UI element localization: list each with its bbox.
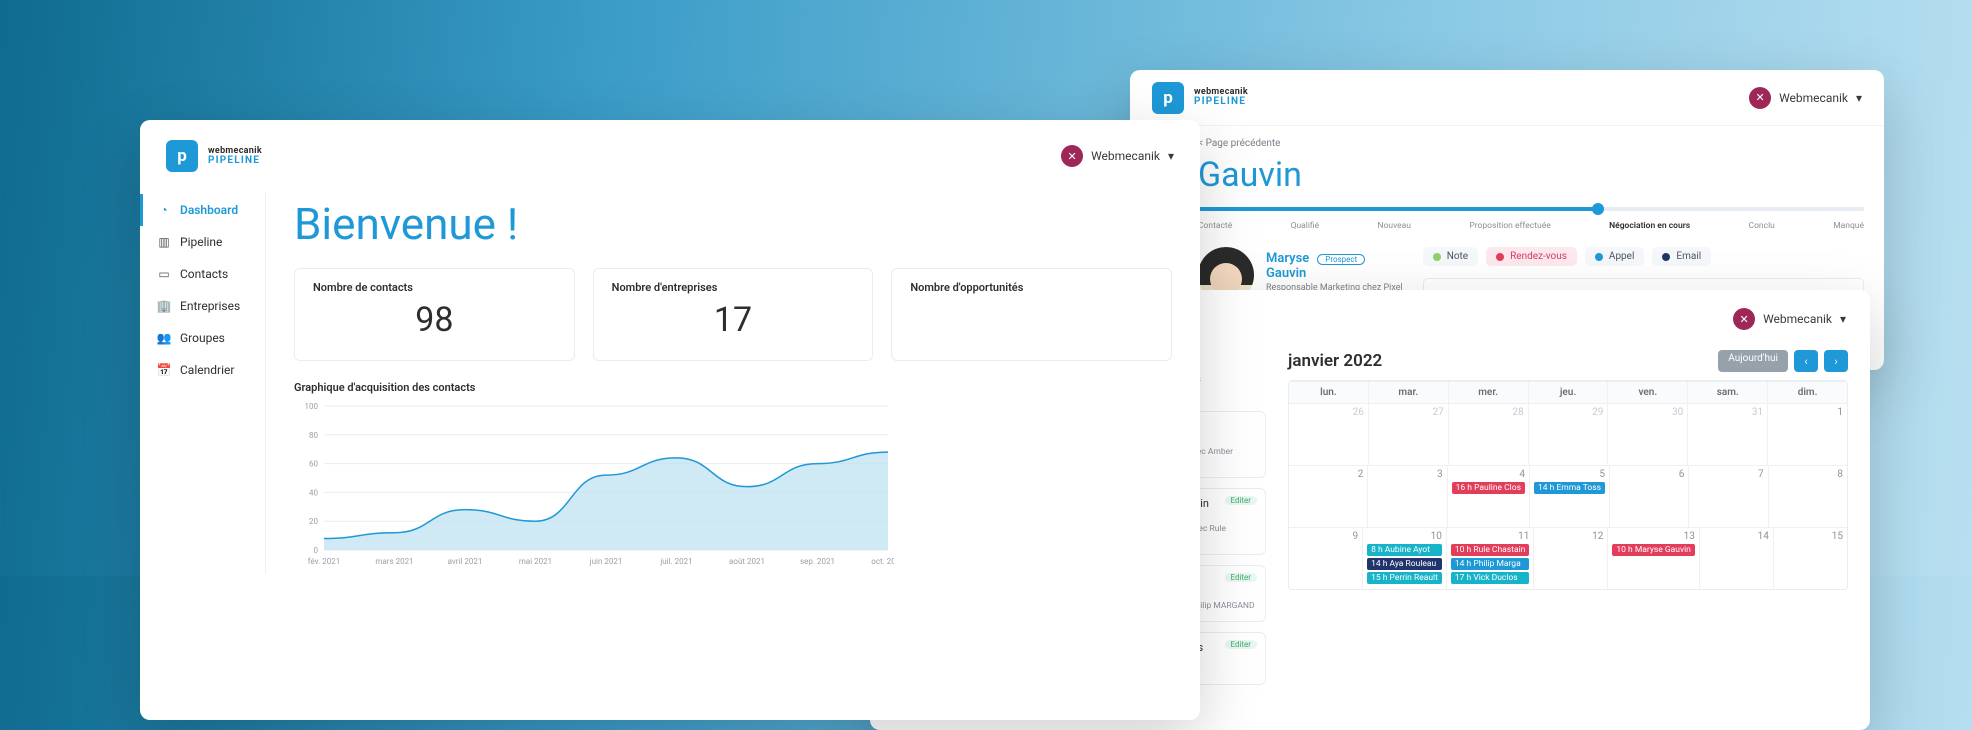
- edit-badge[interactable]: Editer: [1225, 573, 1258, 582]
- cal-day[interactable]: 14: [1700, 527, 1774, 589]
- edit-badge[interactable]: Editer: [1225, 640, 1258, 649]
- cal-day[interactable]: 11 10 h Rule Chastain 14 h Philip Marga …: [1447, 527, 1534, 589]
- svg-text:oct. 2021: oct. 2021: [871, 557, 894, 566]
- cal-day[interactable]: 514 h Emma Toss: [1530, 465, 1610, 527]
- user-avatar-icon: ✕: [1733, 308, 1755, 330]
- cal-event[interactable]: 14 h Philip Marga: [1451, 558, 1529, 570]
- stage-slider[interactable]: [1198, 207, 1864, 211]
- action-email[interactable]: Email: [1652, 247, 1711, 266]
- calendar-month: janvier 2022: [1288, 351, 1382, 371]
- cal-event[interactable]: 16 h Pauline Clos: [1452, 482, 1525, 494]
- cal-event[interactable]: 8 h Aubine Ayot: [1367, 544, 1442, 556]
- users-icon: 👥: [157, 331, 171, 345]
- calendar-grid: lun.mar.mer.jeu.ven.sam.dim. 26 27 28 29…: [1288, 380, 1848, 590]
- svg-text:100: 100: [305, 402, 319, 411]
- action-appel[interactable]: Appel: [1585, 247, 1645, 266]
- cal-event[interactable]: 10 h Rule Chastain: [1451, 544, 1529, 556]
- cal-day[interactable]: 26: [1289, 403, 1369, 465]
- cal-event[interactable]: 15 h Perrin Reault: [1367, 572, 1442, 584]
- user-menu[interactable]: ✕ Webmecanik ▾: [1749, 87, 1862, 109]
- svg-text:mai 2021: mai 2021: [519, 557, 552, 566]
- cal-day[interactable]: 7: [1689, 465, 1768, 527]
- columns-icon: ▥: [157, 235, 171, 249]
- cal-day[interactable]: 28: [1449, 403, 1529, 465]
- cal-event[interactable]: 17 h Vick Duclos: [1451, 572, 1529, 584]
- svg-text:avril 2021: avril 2021: [448, 557, 483, 566]
- svg-text:80: 80: [309, 431, 318, 440]
- calendar-icon: 📅: [157, 363, 171, 377]
- acquisition-chart: 0 20 40 60 80 100 fév. 2021 mars 2021 avril 2021…: [294, 400, 894, 570]
- cal-day[interactable]: 30: [1608, 403, 1688, 465]
- cal-event[interactable]: 14 h Emma Toss: [1534, 482, 1605, 494]
- today-button[interactable]: Aujourd'hui: [1718, 350, 1788, 372]
- svg-text:sep. 2021: sep. 2021: [800, 557, 835, 566]
- contacts-icon: ▭: [157, 267, 171, 281]
- svg-text:40: 40: [309, 488, 318, 497]
- building-icon: 🏢: [157, 299, 171, 313]
- brand-logo: p webmecanikPIPELINE: [1152, 82, 1248, 114]
- svg-text:fév. 2021: fév. 2021: [308, 557, 340, 566]
- prospect-badge: Prospect: [1317, 254, 1365, 265]
- action-note[interactable]: Note: [1423, 247, 1478, 266]
- nav-pipeline[interactable]: ▥Pipeline: [140, 226, 265, 258]
- dashboard-sidebar: ◔Dashboard ▥Pipeline ▭Contacts 🏢Entrepri…: [140, 192, 266, 574]
- nav-groupes[interactable]: 👥Groupes: [140, 322, 265, 354]
- brand-logo: p webmecanikPIPELINE: [166, 140, 262, 172]
- dashboard-window: p webmecanikPIPELINE ✕ Webmecanik ▾ ◔Das…: [140, 120, 1200, 720]
- cal-day[interactable]: 31: [1688, 403, 1768, 465]
- svg-text:0: 0: [314, 546, 319, 555]
- cal-day[interactable]: 416 h Pauline Clos: [1448, 465, 1530, 527]
- svg-text:60: 60: [309, 460, 318, 469]
- cal-day[interactable]: 6: [1610, 465, 1689, 527]
- cal-event[interactable]: 10 h Maryse Gauvin: [1612, 544, 1694, 556]
- cal-day[interactable]: 15: [1774, 527, 1847, 589]
- cal-day[interactable]: 27: [1369, 403, 1449, 465]
- svg-text:20: 20: [309, 517, 318, 526]
- logo-mark: p: [1152, 82, 1184, 114]
- back-link[interactable]: < Page précédente: [1198, 138, 1864, 149]
- contact-title: Gauvin: [1198, 155, 1864, 195]
- cal-day[interactable]: 1: [1768, 403, 1847, 465]
- chart-title: Graphique d'acquisition des contacts: [294, 381, 1172, 394]
- nav-calendrier[interactable]: 📅Calendrier: [140, 354, 265, 386]
- stat-entreprises: Nombre d'entreprises 17: [593, 268, 874, 361]
- svg-text:juil. 2021: juil. 2021: [659, 557, 692, 566]
- edit-badge[interactable]: Editer: [1225, 496, 1258, 505]
- nav-entreprises[interactable]: 🏢Entreprises: [140, 290, 265, 322]
- stat-contacts: Nombre de contacts 98: [294, 268, 575, 361]
- stat-opportunites: Nombre d'opportunités: [891, 268, 1172, 361]
- user-menu[interactable]: ✕ Webmecanik ▾: [1061, 145, 1174, 167]
- action-rdv[interactable]: Rendez-vous: [1486, 247, 1577, 266]
- logo-mark: p: [166, 140, 198, 172]
- user-avatar-icon: ✕: [1749, 87, 1771, 109]
- user-avatar-icon: ✕: [1061, 145, 1083, 167]
- next-month-button[interactable]: ›: [1824, 350, 1848, 372]
- nav-dashboard[interactable]: ◔Dashboard: [140, 194, 265, 226]
- svg-text:mars 2021: mars 2021: [375, 557, 413, 566]
- cal-day[interactable]: 9: [1289, 527, 1363, 589]
- svg-text:juin 2021: juin 2021: [589, 557, 623, 566]
- cal-day[interactable]: 3: [1368, 465, 1447, 527]
- cal-day[interactable]: 29: [1529, 403, 1609, 465]
- user-menu[interactable]: ✕ Webmecanik▾: [1733, 308, 1846, 330]
- gauge-icon: ◔: [157, 203, 171, 217]
- welcome-heading: Bienvenue !: [294, 198, 1172, 250]
- nav-contacts[interactable]: ▭Contacts: [140, 258, 265, 290]
- stage-labels: Contacté Qualifié Nouveau Proposition ef…: [1198, 221, 1864, 231]
- cal-day[interactable]: 1310 h Maryse Gauvin: [1608, 527, 1699, 589]
- cal-day[interactable]: 2: [1289, 465, 1368, 527]
- cal-event[interactable]: 14 h Aya Rouleau: [1367, 558, 1442, 570]
- cal-day[interactable]: 8: [1769, 465, 1847, 527]
- cal-day[interactable]: 10 8 h Aubine Ayot 14 h Aya Rouleau 15 h…: [1363, 527, 1447, 589]
- prev-month-button[interactable]: ‹: [1794, 350, 1818, 372]
- svg-text:août 2021: août 2021: [729, 557, 765, 566]
- cal-day[interactable]: 12: [1534, 527, 1608, 589]
